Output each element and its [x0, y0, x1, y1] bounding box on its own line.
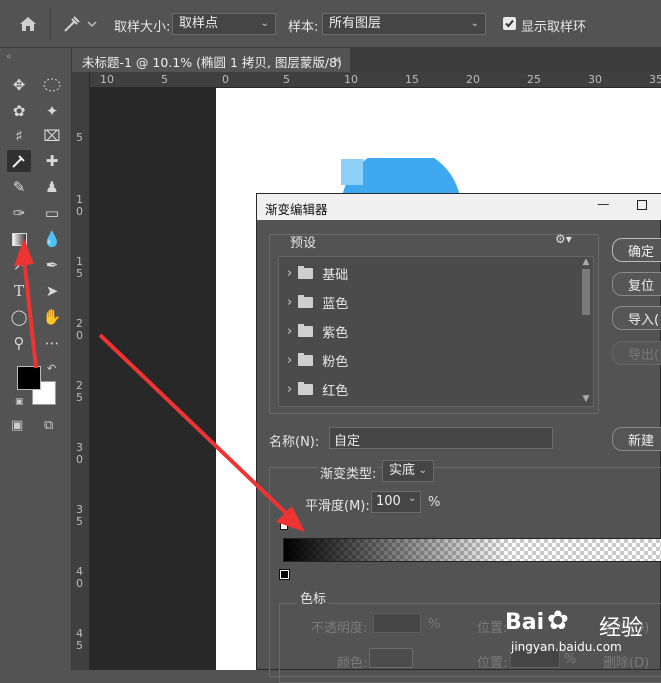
watermark-site: jingyan.baidu.com: [511, 640, 622, 654]
annotation-arrows: [14, 238, 305, 532]
paw-icon: ✿: [547, 606, 569, 636]
baidu-watermark: Bai ✿ 经验 jingyan.baidu.com: [505, 602, 661, 670]
watermark-brand: Bai: [505, 610, 545, 635]
watermark-cn: 经验: [599, 616, 644, 641]
